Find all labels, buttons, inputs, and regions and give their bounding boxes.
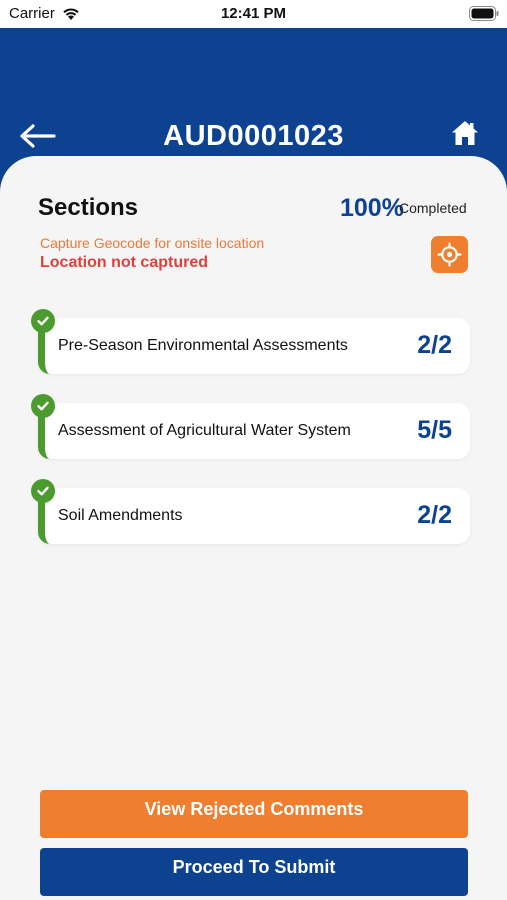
clock: 12:41 PM [220, 5, 287, 22]
home-icon[interactable] [451, 120, 479, 146]
section-item[interactable]: Pre-Season Environmental Assessments 2/2 [38, 318, 470, 374]
section-count: 5/5 [417, 416, 452, 444]
status-bar: Carrier 12:41 PM [0, 0, 507, 28]
section-item[interactable]: Soil Amendments 2/2 [38, 488, 470, 544]
section-count: 2/2 [417, 501, 452, 529]
page-title: AUD0001023 [163, 120, 344, 152]
section-label: Assessment of Agricultural Water System [58, 422, 351, 439]
checkmark-icon [31, 309, 55, 333]
section-label: Soil Amendments [58, 507, 183, 524]
completion-label: Completed [399, 200, 467, 216]
crosshair-icon [437, 242, 462, 267]
capture-location-button[interactable] [431, 236, 468, 273]
view-rejected-comments-button[interactable]: View Rejected Comments [40, 790, 468, 838]
section-item[interactable]: Assessment of Agricultural Water System … [38, 403, 470, 459]
section-count: 2/2 [417, 331, 452, 359]
completion-percent: 100% [340, 194, 404, 222]
geocode-hint: Capture Geocode for onsite location [40, 235, 265, 251]
proceed-to-submit-button[interactable]: Proceed To Submit [40, 848, 468, 896]
geocode-status: Location not captured [40, 254, 208, 271]
checkmark-icon [31, 394, 55, 418]
battery-icon [469, 6, 499, 21]
checkmark-icon [31, 479, 55, 503]
section-label: Pre-Season Environmental Assessments [58, 337, 348, 354]
sections-panel: Sections 100% Completed Capture Geocode … [0, 156, 507, 900]
sections-heading: Sections [38, 194, 139, 221]
